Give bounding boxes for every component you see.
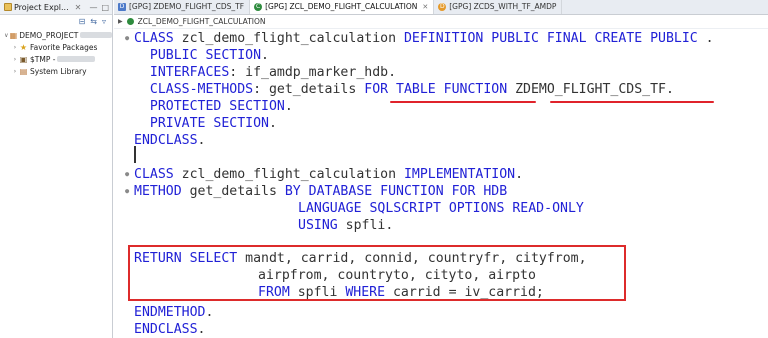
project-icon: ▦ [9, 30, 18, 40]
class-icon: C [254, 2, 263, 11]
code-line: PROTECTED SECTION. [134, 99, 293, 114]
view-menu-icon[interactable]: ▿ [102, 17, 106, 26]
code-line: CLASS zcl_demo_flight_calculation IMPLEM… [134, 167, 524, 182]
fold-toggle-icon[interactable]: ● [125, 30, 129, 47]
tree-item-favorite-packages[interactable]: › ★ Favorite Packages [0, 41, 112, 53]
code-line: CLASS-METHODS: get_details FOR TABLE FUN… [134, 82, 674, 97]
fold-toggle-icon[interactable]: ● [125, 166, 129, 183]
view-controls: — □ [89, 3, 112, 12]
editor-tabbar: D [GPG] ZDEMO_FLIGHT_CDS_TF C [GPG] ZCL_… [114, 0, 768, 15]
chevron-right-icon[interactable]: › [11, 44, 19, 51]
tab-zcl-demo-flight-calculation[interactable]: C [GPG] ZCL_DEMO_FLIGHT_CALCULATION ✕ [250, 0, 435, 14]
project-explorer-panel: Project Expl... ✕ — □ ⊟ ⇆ ▿ ∨ ▦ DEMO_PRO… [0, 0, 113, 338]
package-icon: ▣ [19, 54, 28, 64]
tree-item-label: Favorite Packages [30, 42, 98, 52]
chevron-right-icon[interactable]: › [11, 68, 19, 75]
code-line: ENDMETHOD. [134, 305, 214, 320]
maximize-icon[interactable]: □ [101, 3, 109, 12]
cds-icon: D [438, 2, 447, 11]
redacted-text [80, 32, 112, 38]
code-line: ENDCLASS. [134, 133, 206, 148]
tree-item-tmp-package[interactable]: › ▣ $TMP - [0, 53, 112, 65]
source-code-area[interactable]: ● CLASS zcl_demo_flight_calculation DEFI… [114, 29, 768, 338]
fold-toggle-icon[interactable]: ● [125, 183, 129, 200]
code-line: PRIVATE SECTION. [134, 116, 277, 131]
chevron-down-icon[interactable]: ∨ [3, 32, 10, 39]
close-icon[interactable]: ✕ [75, 3, 82, 12]
editor-tab-label: [GPG] ZDEMO_FLIGHT_CDS_TF [129, 2, 245, 11]
chevron-right-icon[interactable]: ▶ [118, 18, 123, 25]
code-editor: D [GPG] ZDEMO_FLIGHT_CDS_TF C [GPG] ZCL_… [114, 0, 768, 338]
code-line: CLASS zcl_demo_flight_calculation DEFINI… [134, 31, 714, 46]
project-tree: ∨ ▦ DEMO_PROJECT › ★ Favorite Packages ›… [0, 28, 112, 77]
code-line: INTERFACES: if_amdp_marker_hdb. [134, 65, 397, 80]
tree-item-label: System Library [30, 66, 87, 76]
library-icon: ▤ [19, 66, 28, 76]
code-line: ENDCLASS. [134, 322, 206, 337]
code-line: USING spfli. [298, 218, 394, 233]
annotation-highlight-box [128, 245, 626, 301]
tab-project-explorer[interactable]: Project Expl... ✕ [2, 0, 83, 15]
chevron-right-icon[interactable]: › [11, 56, 19, 63]
redacted-text [57, 56, 96, 62]
text-cursor [134, 146, 136, 163]
minimize-icon[interactable]: — [89, 3, 97, 12]
tab-zdemo-flight-cds-tf[interactable]: D [GPG] ZDEMO_FLIGHT_CDS_TF [114, 0, 251, 14]
folder-icon [4, 3, 12, 11]
code-line: LANGUAGE SQLSCRIPT OPTIONS READ-ONLY [298, 201, 584, 216]
ddl-icon: D [118, 2, 126, 11]
annotation-underline-table-function-name [550, 101, 714, 103]
editor-tab-label: [GPG] ZCL_DEMO_FLIGHT_CALCULATION [265, 2, 418, 11]
star-icon: ★ [19, 42, 28, 52]
editor-tab-label: [GPG] ZCDS_WITH_TF_AMDP [449, 2, 557, 11]
code-line: METHOD get_details BY DATABASE FUNCTION … [134, 184, 508, 199]
breadcrumb-label[interactable]: ZCL_DEMO_FLIGHT_CALCULATION [138, 17, 266, 26]
class-icon [126, 18, 134, 25]
project-explorer-tabbar: Project Expl... ✕ — □ [0, 0, 112, 15]
breadcrumb: ▶ ZCL_DEMO_FLIGHT_CALCULATION [114, 15, 768, 29]
tree-item-label: DEMO_PROJECT [19, 30, 79, 40]
tree-item-system-library[interactable]: › ▤ System Library [0, 65, 112, 77]
collapse-all-icon[interactable]: ⊟ [79, 17, 86, 26]
close-icon[interactable]: ✕ [422, 3, 428, 11]
project-explorer-toolbar: ⊟ ⇆ ▿ [0, 15, 112, 28]
tab-zcds-with-tf-amdp[interactable]: D [GPG] ZCDS_WITH_TF_AMDP [434, 0, 563, 14]
tree-item-label: $TMP - [30, 54, 56, 64]
tree-item-demo-project[interactable]: ∨ ▦ DEMO_PROJECT [0, 29, 112, 41]
link-with-editor-icon[interactable]: ⇆ [90, 17, 97, 26]
annotation-underline-for-table-function [390, 101, 536, 103]
code-line: PUBLIC SECTION. [134, 48, 269, 63]
project-explorer-tab-label: Project Expl... [14, 2, 69, 12]
